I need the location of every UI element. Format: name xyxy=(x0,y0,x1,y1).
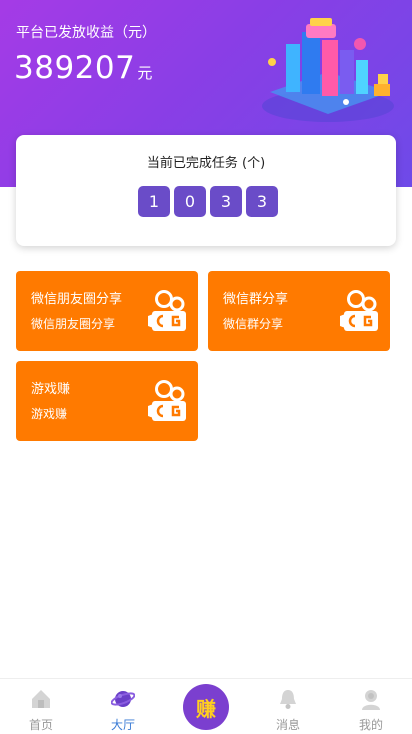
earn-button[interactable]: 赚 xyxy=(183,684,229,730)
tile-title: 游戏赚 xyxy=(31,382,71,397)
tab-profile[interactable]: 我的 xyxy=(330,679,412,734)
video-camera-icon xyxy=(148,380,186,421)
video-camera-icon xyxy=(148,290,186,331)
tab-label: 首页 xyxy=(28,718,53,732)
tile-wechat-group-share[interactable]: 微信群分享 微信群分享 xyxy=(208,271,390,351)
tile-wechat-moments-share[interactable]: 微信朋友圈分享 微信朋友圈分享 xyxy=(16,271,198,351)
tab-label: 消息 xyxy=(275,718,300,732)
tile-title: 微信朋友圈分享 xyxy=(31,292,123,307)
task-count-title: 当前已完成任务 (个) xyxy=(146,156,266,171)
tab-hall[interactable]: 大厅 xyxy=(82,679,164,734)
bell-icon xyxy=(280,690,296,709)
tab-label: 大厅 xyxy=(110,718,135,732)
task-count-card: 当前已完成任务 (个) 1 0 3 3 xyxy=(16,135,396,246)
tile-subtitle: 微信朋友圈分享 xyxy=(31,317,116,331)
user-icon xyxy=(362,690,380,710)
revenue-unit: 元 xyxy=(137,64,153,82)
tile-game-earn[interactable]: 游戏赚 游戏赚 xyxy=(16,361,198,441)
tile-subtitle: 游戏赚 xyxy=(31,407,68,421)
revenue-value: 389207 xyxy=(14,50,136,86)
revenue-amount: 389207 元 xyxy=(14,50,153,86)
task-digit: 1 xyxy=(138,186,170,217)
task-digit: 3 xyxy=(210,186,242,217)
tab-home[interactable]: 首页 xyxy=(0,679,82,734)
task-digit: 3 xyxy=(246,186,278,217)
revenue-label: 平台已发放收益（元） xyxy=(16,25,156,41)
tab-messages[interactable]: 消息 xyxy=(247,679,329,734)
task-digit: 0 xyxy=(174,186,206,217)
city-illustration-icon xyxy=(262,18,394,122)
tab-label: 我的 xyxy=(358,718,383,732)
task-count-digits: 1 0 3 3 xyxy=(138,186,278,217)
planet-icon xyxy=(111,691,135,707)
home-icon xyxy=(32,690,50,708)
tile-title: 微信群分享 xyxy=(223,292,289,307)
video-camera-icon xyxy=(340,290,378,331)
tile-subtitle: 微信群分享 xyxy=(223,317,284,331)
